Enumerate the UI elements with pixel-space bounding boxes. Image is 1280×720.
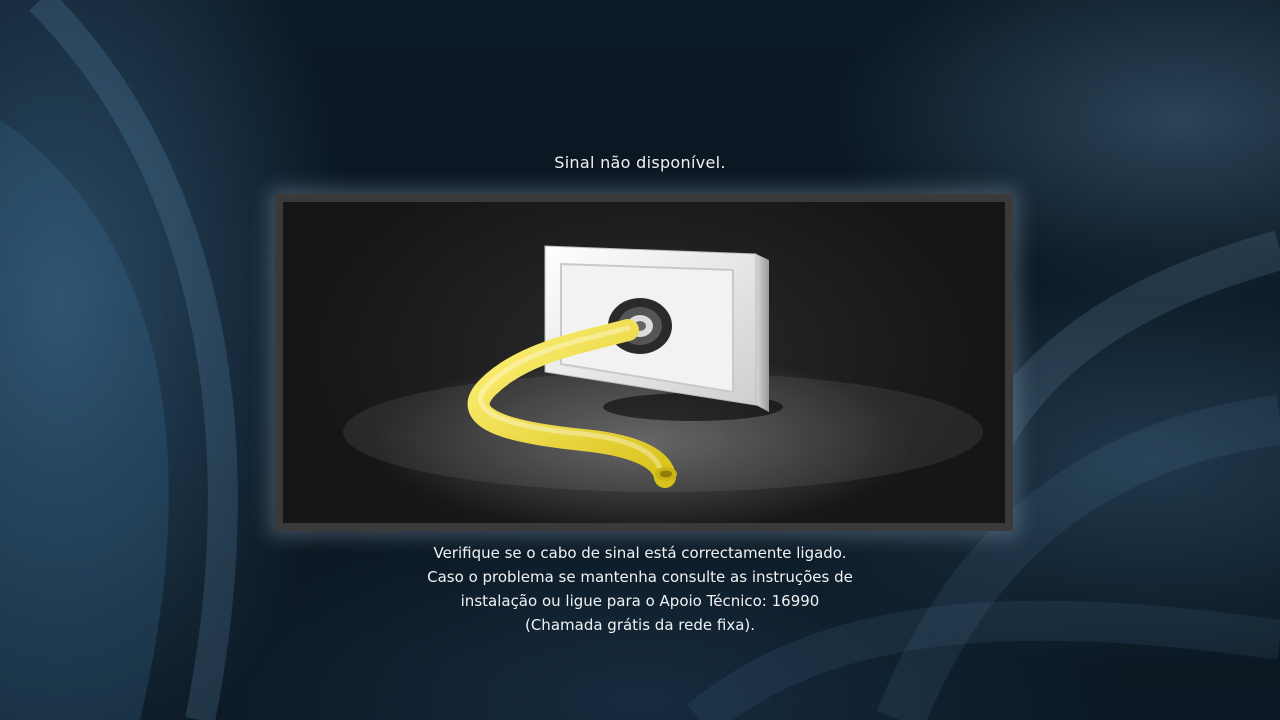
antenna-socket-illustration bbox=[283, 202, 1005, 523]
illustration-frame bbox=[275, 194, 1013, 531]
message-line: (Chamada grátis da rede fixa). bbox=[524, 616, 756, 634]
troubleshooting-message: Verifique se o cabo de sinal está correc… bbox=[0, 541, 1280, 637]
message-line: Caso o problema se mantenha consulte as … bbox=[427, 568, 853, 586]
no-signal-screen: Sinal não disponível. Verifique se o cab… bbox=[0, 0, 1280, 720]
message-line: instalação ou ligue para o Apoio Técnico… bbox=[460, 592, 820, 610]
message-line: Verifique se o cabo de sinal está correc… bbox=[433, 544, 847, 562]
antenna-wall-socket-with-cable-icon bbox=[343, 245, 983, 492]
signal-unavailable-title: Sinal não disponível. bbox=[554, 153, 726, 172]
